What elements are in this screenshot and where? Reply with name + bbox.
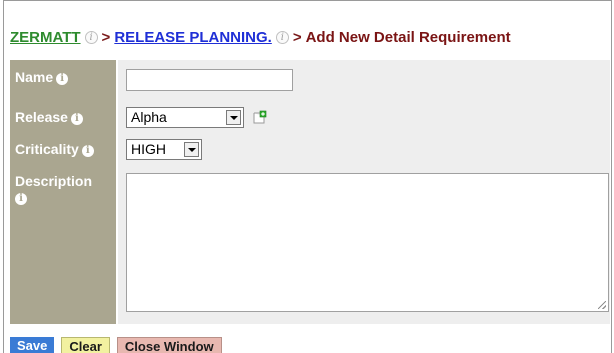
breadcrumb: ZERMATT i > RELEASE PLANNING. i > Add Ne… bbox=[10, 29, 511, 46]
breadcrumb-project-link[interactable]: ZERMATT bbox=[10, 29, 81, 46]
name-label: Name i bbox=[15, 69, 69, 85]
form-label-column: Name i Release i Criticality i Description i bbox=[10, 60, 116, 324]
breadcrumb-separator: > bbox=[101, 29, 111, 46]
form-buttons: Save Clear Close Window bbox=[10, 337, 222, 353]
name-input[interactable] bbox=[126, 69, 293, 91]
info-icon[interactable]: i bbox=[56, 73, 69, 85]
form-input-column: Alpha HIGH bbox=[118, 60, 610, 324]
criticality-label: Criticality i bbox=[15, 141, 94, 157]
release-label: Release i bbox=[15, 109, 83, 125]
description-textarea[interactable] bbox=[126, 173, 609, 312]
page-title: Add New Detail Requirement bbox=[305, 29, 511, 46]
info-icon[interactable]: i bbox=[81, 145, 94, 157]
close-window-button[interactable]: Close Window bbox=[116, 337, 222, 353]
breadcrumb-separator: > bbox=[292, 29, 302, 46]
save-button[interactable]: Save bbox=[10, 337, 55, 353]
info-icon[interactable]: i bbox=[275, 31, 289, 44]
criticality-select[interactable]: HIGH bbox=[126, 139, 202, 160]
criticality-label-text: Criticality bbox=[15, 141, 79, 157]
release-label-text: Release bbox=[15, 109, 68, 125]
chevron-down-icon[interactable] bbox=[184, 142, 199, 157]
description-label: Description i bbox=[15, 173, 92, 205]
breadcrumb-module-link[interactable]: RELEASE PLANNING. bbox=[114, 29, 272, 46]
description-label-text: Description bbox=[15, 173, 93, 189]
info-icon[interactable]: i bbox=[15, 193, 27, 205]
name-label-text: Name bbox=[15, 69, 54, 85]
add-release-icon[interactable] bbox=[253, 110, 267, 124]
info-icon[interactable]: i bbox=[70, 113, 83, 125]
add-requirement-window: ZERMATT i > RELEASE PLANNING. i > Add Ne… bbox=[3, 0, 612, 353]
release-select[interactable]: Alpha bbox=[126, 107, 244, 128]
chevron-down-icon[interactable] bbox=[226, 110, 241, 125]
criticality-select-value: HIGH bbox=[131, 141, 166, 157]
resize-grip-icon[interactable] bbox=[598, 301, 606, 309]
info-icon[interactable]: i bbox=[84, 31, 98, 44]
release-select-value: Alpha bbox=[131, 109, 167, 125]
clear-button[interactable]: Clear bbox=[61, 337, 110, 353]
